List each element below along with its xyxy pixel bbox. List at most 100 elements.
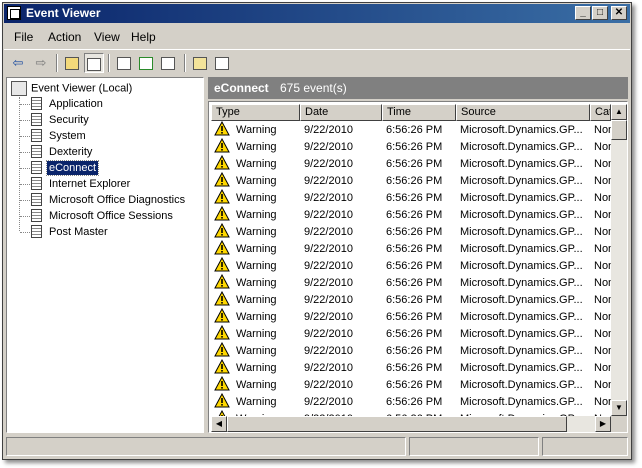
event-list[interactable]: Type Date Time Source Cat Warning 9/22/20… <box>208 101 628 433</box>
table-row[interactable]: Warning 9/22/2010 6:56:26 PM Microsoft.Dyna… <box>211 223 611 240</box>
event-type: Warning <box>236 311 277 323</box>
scroll-left-button[interactable]: ◀ <box>211 416 227 432</box>
scroll-down-button[interactable]: ▼ <box>611 400 627 416</box>
event-category: Non <box>594 141 611 153</box>
event-type: Warning <box>236 124 277 136</box>
event-source: Microsoft.Dynamics.GP... <box>460 243 583 255</box>
table-row[interactable]: Warning 9/22/2010 6:56:26 PM Microsoft.Dyna… <box>211 274 611 291</box>
warning-icon <box>214 393 230 408</box>
event-type: Warning <box>236 192 277 204</box>
show-hide-action-pane-icon[interactable] <box>212 53 232 73</box>
event-category: Non <box>594 277 611 289</box>
column-header-type[interactable]: Type <box>211 104 300 121</box>
event-category: Non <box>594 226 611 238</box>
table-row[interactable]: Warning 9/22/2010 6:56:26 PM Microsoft.Dyna… <box>211 308 611 325</box>
table-row[interactable]: Warning 9/22/2010 6:56:26 PM Microsoft.Dyna… <box>211 121 611 138</box>
status-bar <box>6 437 628 456</box>
scroll-thumb[interactable] <box>611 120 627 140</box>
column-header-time[interactable]: Time <box>382 104 456 121</box>
back-arrow-icon[interactable]: ⇦ <box>8 53 28 73</box>
event-source: Microsoft.Dynamics.GP... <box>460 311 583 323</box>
tree-item-office-sessions[interactable]: Microsoft Office Sessions <box>20 209 175 225</box>
tree-root[interactable]: Event Viewer (Local) <box>11 81 132 97</box>
table-row[interactable]: Warning 9/22/2010 6:56:26 PM Microsoft.Dyna… <box>211 240 611 257</box>
table-row[interactable]: Warning 9/22/2010 6:56:26 PM Microsoft.Dyna… <box>211 155 611 172</box>
log-icon <box>31 177 42 190</box>
column-header-source[interactable]: Source <box>456 104 590 121</box>
event-time: 6:56:26 PM <box>386 124 443 136</box>
event-category: Non <box>594 124 611 136</box>
warning-icon <box>214 308 230 323</box>
tree-item-econnect[interactable]: eConnect <box>20 159 100 177</box>
tree-item-application[interactable]: Application <box>20 97 105 113</box>
help-icon[interactable] <box>190 53 210 73</box>
up-folder-icon[interactable] <box>62 53 82 73</box>
menu-help[interactable]: Help <box>131 30 156 44</box>
table-row[interactable]: Warning 9/22/2010 6:56:26 PM Microsoft.Dyna… <box>211 325 611 342</box>
properties-icon[interactable] <box>114 53 134 73</box>
table-row[interactable]: Warning 9/22/2010 6:56:26 PM Microsoft.Dyna… <box>211 291 611 308</box>
event-type: Warning <box>236 141 277 153</box>
status-segment <box>409 437 539 456</box>
event-type: Warning <box>236 243 277 255</box>
tree-item-security[interactable]: Security <box>20 113 91 129</box>
event-source: Microsoft.Dynamics.GP... <box>460 277 583 289</box>
show-hide-tree-icon[interactable] <box>84 53 104 73</box>
column-header-date[interactable]: Date <box>300 104 382 121</box>
table-row[interactable]: Warning 9/22/2010 6:56:26 PM Microsoft.Dyna… <box>211 393 611 410</box>
warning-icon <box>214 376 230 391</box>
tree-item-label: Application <box>49 97 103 110</box>
export-list-icon[interactable] <box>158 53 178 73</box>
event-date: 9/22/2010 <box>304 260 353 272</box>
horizontal-scrollbar[interactable]: ◀ ▶ <box>211 416 611 432</box>
tree-item-internet-explorer[interactable]: Internet Explorer <box>20 177 132 193</box>
event-source: Microsoft.Dynamics.GP... <box>460 328 583 340</box>
log-name: eConnect <box>214 81 269 95</box>
log-header: eConnect 675 event(s) <box>208 77 628 99</box>
table-row[interactable]: Warning 9/22/2010 6:56:26 PM Microsoft.Dyna… <box>211 376 611 393</box>
menu-file[interactable]: File <box>14 30 33 44</box>
column-header-category[interactable]: Cat <box>590 104 611 121</box>
warning-icon <box>214 189 230 204</box>
close-button[interactable]: ✕ <box>611 6 627 20</box>
table-row[interactable]: Warning 9/22/2010 6:56:26 PM Microsoft.Dyna… <box>211 342 611 359</box>
scroll-up-button[interactable]: ▲ <box>611 104 627 120</box>
tree-connector <box>19 97 21 231</box>
tree-item-dexterity[interactable]: Dexterity <box>20 145 94 161</box>
maximize-button[interactable]: □ <box>592 6 608 20</box>
table-row[interactable]: Warning 9/22/2010 6:56:26 PM Microsoft.Dyna… <box>211 257 611 274</box>
minimize-button[interactable]: _ <box>575 6 591 20</box>
warning-icon <box>214 325 230 340</box>
status-segment <box>6 437 406 456</box>
menu-action[interactable]: Action <box>48 30 81 44</box>
horizontal-scroll-thumb[interactable] <box>227 416 567 432</box>
event-time: 6:56:26 PM <box>386 345 443 357</box>
table-row[interactable]: Warning 9/22/2010 6:56:26 PM Microsoft.Dyna… <box>211 138 611 155</box>
menu-view[interactable]: View <box>94 30 120 44</box>
event-time: 6:56:26 PM <box>386 192 443 204</box>
tree-item-office-diagnostics[interactable]: Microsoft Office Diagnostics <box>20 193 187 209</box>
table-row[interactable]: Warning 9/22/2010 6:56:26 PM Microsoft.Dyna… <box>211 172 611 189</box>
scroll-right-button[interactable]: ▶ <box>595 416 611 432</box>
tree-item-label: System <box>49 129 86 142</box>
table-row[interactable]: Warning 9/22/2010 6:56:26 PM Microsoft.Dyna… <box>211 189 611 206</box>
event-date: 9/22/2010 <box>304 362 353 374</box>
table-row[interactable]: Warning 9/22/2010 6:56:26 PM Microsoft.Dyna… <box>211 359 611 376</box>
title-bar[interactable]: Event Viewer _ □ ✕ <box>4 4 630 23</box>
tree-pane[interactable]: Event Viewer (Local) Application Securit… <box>6 77 204 433</box>
event-viewer-window: Event Viewer _ □ ✕ File Action View Help… <box>2 2 632 460</box>
event-source: Microsoft.Dynamics.GP... <box>460 294 583 306</box>
warning-icon <box>214 121 230 136</box>
event-date: 9/22/2010 <box>304 311 353 323</box>
log-icon <box>31 193 42 206</box>
vertical-scrollbar[interactable]: ▲ ▼ <box>611 104 627 416</box>
event-category: Non <box>594 209 611 221</box>
event-type: Warning <box>236 345 277 357</box>
tree-item-system[interactable]: System <box>20 129 88 145</box>
table-row[interactable]: Warning 9/22/2010 6:56:26 PM Microsoft.Dyna… <box>211 206 611 223</box>
forward-arrow-icon[interactable]: ⇨ <box>31 53 51 73</box>
log-icon <box>31 145 42 158</box>
refresh-icon[interactable] <box>136 53 156 73</box>
tree-item-post-master[interactable]: Post Master <box>20 225 110 241</box>
event-time: 6:56:26 PM <box>386 294 443 306</box>
